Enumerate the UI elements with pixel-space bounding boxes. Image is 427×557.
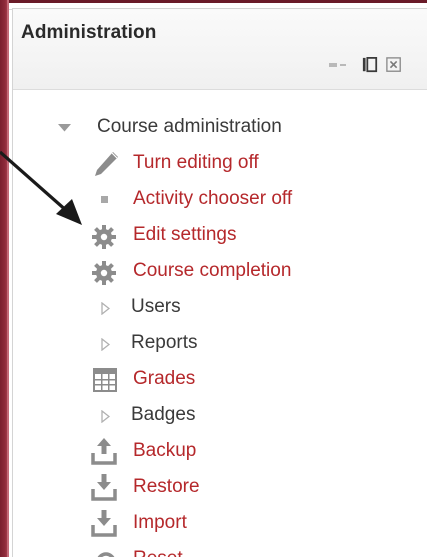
triangle-right-icon [101, 338, 110, 351]
download-icon [91, 510, 117, 537]
menu-item-label: Users [131, 296, 181, 317]
menu-item-reset[interactable]: Reset [13, 545, 427, 557]
menu-item-turn-editing-off[interactable]: Turn editing off [13, 149, 427, 179]
menu-item-label: Restore [133, 476, 200, 497]
move-block-icon[interactable] [329, 57, 351, 73]
menu-item-label: Backup [133, 440, 197, 461]
reset-icon [97, 552, 115, 557]
menu-branch-users[interactable]: Users [13, 293, 427, 323]
menu-item-backup[interactable]: Backup [13, 437, 427, 467]
gear-icon [92, 261, 116, 285]
menu-item-course-completion[interactable]: Course completion [13, 257, 427, 287]
tree-root-course-administration[interactable]: Course administration [13, 113, 427, 143]
block-title: Administration [21, 22, 157, 43]
dock-block-icon[interactable] [361, 57, 379, 73]
triangle-down-icon [58, 124, 71, 132]
page-top-border [9, 0, 427, 3]
block-header: Administration [13, 9, 427, 90]
menu-item-restore[interactable]: Restore [13, 473, 427, 503]
menu-item-label: Badges [131, 404, 196, 425]
menu-item-grades[interactable]: Grades [13, 365, 427, 395]
download-icon [91, 474, 117, 501]
screenshot-frame: Administration Course administration Tur… [0, 0, 427, 557]
menu-item-label: Activity chooser off [133, 188, 293, 209]
bullet-icon [101, 196, 108, 203]
triangle-right-icon [101, 302, 110, 315]
menu-item-label: Reset [133, 548, 183, 557]
pencil-icon [95, 152, 118, 176]
menu-branch-badges[interactable]: Badges [13, 401, 427, 431]
gear-icon [92, 225, 116, 249]
menu-item-edit-settings[interactable]: Edit settings [13, 221, 427, 251]
tree-root-label: Course administration [97, 116, 282, 137]
menu-item-label: Edit settings [133, 224, 237, 245]
move-handle-dot [329, 63, 337, 67]
triangle-right-icon [101, 410, 110, 423]
menu-item-label: Grades [133, 368, 196, 389]
menu-item-label: Reports [131, 332, 198, 353]
move-handle-dash [340, 64, 346, 66]
menu-branch-reports[interactable]: Reports [13, 329, 427, 359]
menu-item-label: Course completion [133, 260, 292, 281]
upload-icon [91, 438, 117, 465]
menu-item-label: Turn editing off [133, 152, 259, 173]
menu-item-label: Import [133, 512, 187, 533]
table-icon [93, 368, 117, 392]
menu-item-activity-chooser-off[interactable]: Activity chooser off [13, 185, 427, 215]
menu-item-import[interactable]: Import [13, 509, 427, 539]
administration-block: Administration Course administration Tur… [12, 8, 427, 557]
page-left-border-highlight [7, 0, 9, 557]
hide-block-icon[interactable] [385, 57, 403, 73]
